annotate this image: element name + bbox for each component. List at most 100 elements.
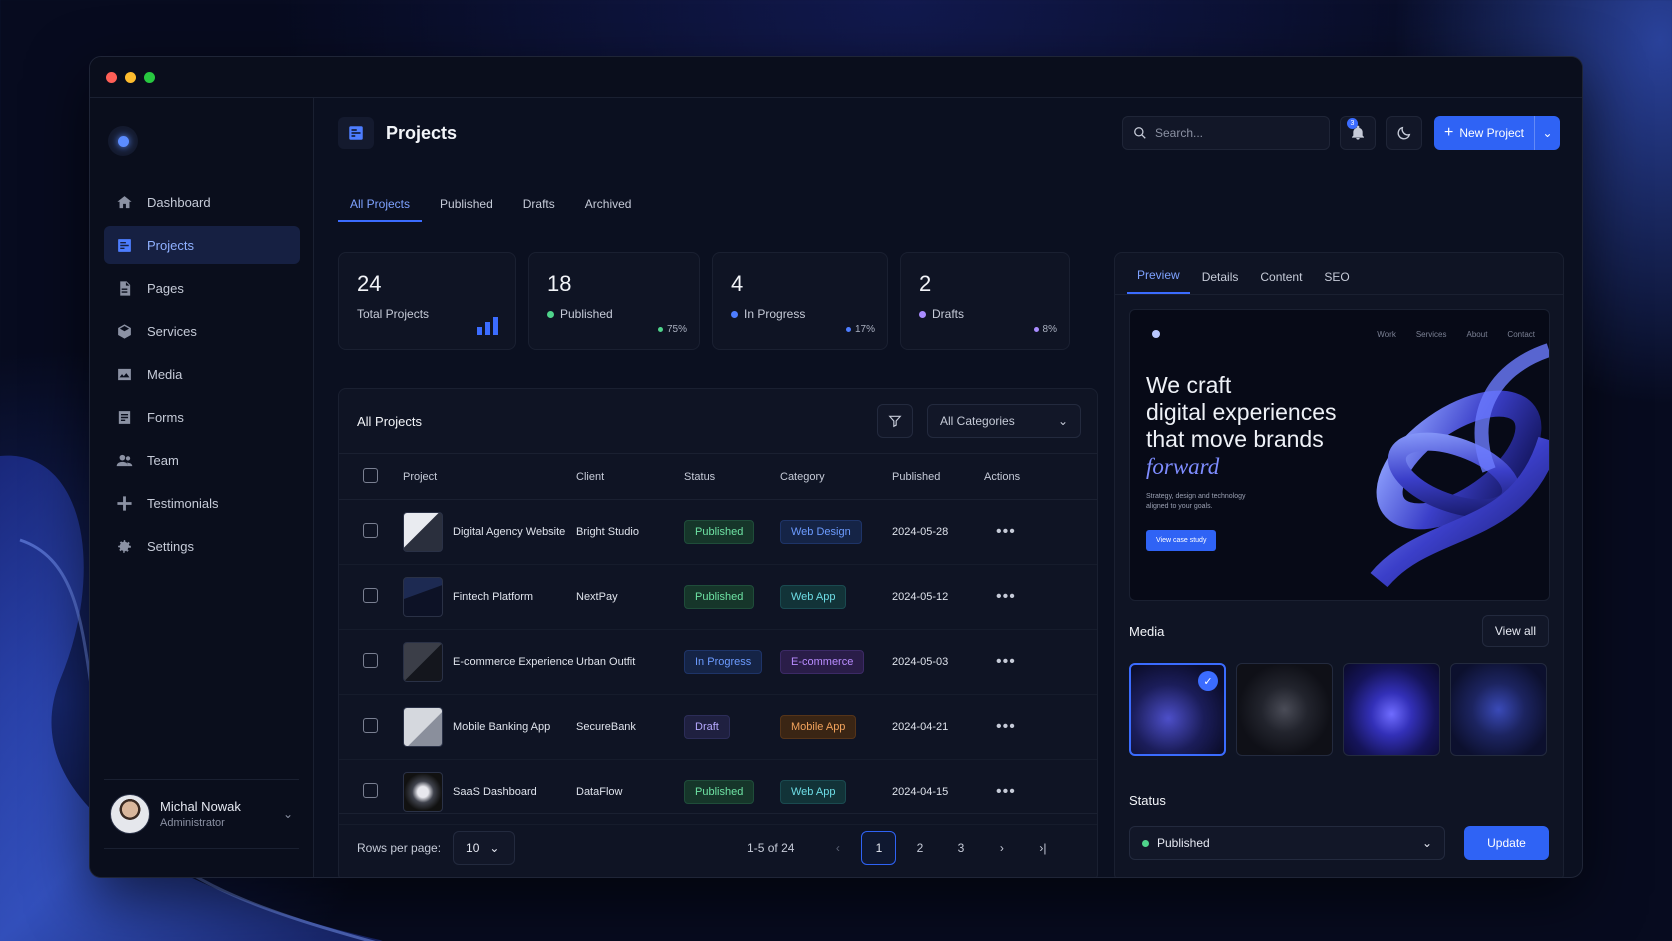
project-name[interactable]: Mobile Banking App — [453, 721, 550, 733]
table-row[interactable]: Fintech Platform NextPay Published Web A… — [339, 565, 1097, 630]
row-checkbox[interactable] — [363, 588, 378, 603]
new-project-dropdown-toggle[interactable]: ⌄ — [1534, 116, 1560, 150]
table-row[interactable]: E-commerce Experience Urban Outfit In Pr… — [339, 630, 1097, 695]
chevron-down-icon[interactable]: ⌄ — [283, 807, 293, 821]
new-project-button[interactable]: + New Project ⌄ — [1433, 116, 1560, 150]
stat-value: 18 — [547, 271, 572, 296]
project-name[interactable]: SaaS Dashboard — [453, 786, 537, 798]
sidebar-item-forms[interactable]: Forms — [104, 398, 300, 436]
tab-drafts[interactable]: Drafts — [511, 186, 567, 222]
project-name[interactable]: E-commerce Experience — [453, 656, 573, 668]
row-checkbox[interactable] — [363, 653, 378, 668]
tab-published[interactable]: Published — [428, 186, 505, 222]
project-thumbnail — [403, 577, 443, 617]
maximize-window-button[interactable] — [144, 71, 155, 83]
status-badge: In Progress — [684, 650, 763, 674]
projects-table-card: All Projects All Categories ⌄ Project Cl… — [338, 388, 1098, 877]
row-checkbox[interactable] — [363, 718, 378, 733]
filter-icon — [888, 415, 902, 428]
notification-count-badge: 3 — [1346, 118, 1358, 129]
status-dot — [547, 310, 554, 318]
gear-icon — [118, 539, 131, 553]
projects-table: Project Client Status Category Published… — [339, 453, 1097, 825]
last-page-button[interactable]: ›| — [1025, 831, 1060, 865]
search-input[interactable] — [1154, 126, 1305, 140]
sidebar-item-services[interactable]: Services — [104, 312, 300, 350]
sidebar-item-label: Projects — [147, 237, 194, 253]
view-all-media-button[interactable]: View all — [1481, 615, 1549, 647]
sidebar-item-label: Pages — [147, 280, 184, 296]
more-actions-icon[interactable]: ••• — [996, 718, 1016, 735]
project-thumbnail — [403, 642, 443, 682]
tab-all-projects[interactable]: All Projects — [338, 186, 423, 222]
status-badge: Draft — [684, 715, 730, 739]
user-profile[interactable]: Michal Nowak Administrator ⌄ — [104, 779, 299, 849]
sidebar-item-label: Services — [147, 323, 197, 339]
sidebar-item-media[interactable]: Media — [104, 355, 300, 393]
category-select[interactable]: All Categories ⌄ — [927, 404, 1081, 438]
more-actions-icon[interactable]: ••• — [996, 653, 1016, 670]
tab-preview[interactable]: Preview — [1127, 268, 1190, 294]
column-header-category[interactable]: Category — [780, 454, 892, 500]
stat-label: Total Projects — [357, 307, 430, 321]
media-gallery: ✓ — [1129, 663, 1547, 756]
stat-label: Published — [560, 307, 613, 321]
chevron-down-icon: ⌄ — [1542, 126, 1553, 140]
more-actions-icon[interactable]: ••• — [996, 523, 1016, 540]
row-checkbox[interactable] — [363, 523, 378, 538]
chevron-down-icon: ⌄ — [1057, 414, 1068, 428]
tab-content[interactable]: Content — [1250, 270, 1312, 294]
project-name[interactable]: Digital Agency Website — [453, 526, 565, 538]
status-select[interactable]: Published ⌄ — [1129, 826, 1445, 860]
sidebar-item-label: Media — [147, 366, 183, 382]
search-box[interactable] — [1121, 116, 1330, 150]
pagination-range: 1-5 of 24 — [747, 840, 795, 855]
tab-archived[interactable]: Archived — [573, 186, 644, 222]
page-button-2[interactable]: 2 — [902, 831, 937, 865]
column-header-published[interactable]: Published — [892, 454, 984, 500]
media-thumbnail-selected[interactable]: ✓ — [1129, 663, 1226, 756]
project-name[interactable]: Fintech Platform — [453, 591, 533, 603]
rows-per-page-label: Rows per page: — [357, 840, 442, 855]
select-all-checkbox[interactable] — [363, 467, 378, 483]
media-thumbnail[interactable] — [1450, 663, 1547, 756]
sidebar-item-pages[interactable]: Pages — [104, 269, 300, 307]
page-button-1[interactable]: 1 — [861, 830, 897, 865]
sidebar-item-team[interactable]: Team — [104, 441, 300, 479]
close-window-button[interactable] — [106, 71, 117, 83]
category-badge: Web Design — [780, 520, 862, 544]
media-thumbnail[interactable] — [1236, 663, 1333, 756]
theme-toggle-button[interactable] — [1385, 116, 1422, 150]
update-button[interactable]: Update — [1464, 826, 1549, 860]
filter-button[interactable] — [877, 404, 913, 438]
notifications-button[interactable]: 3 — [1339, 116, 1376, 150]
next-page-button[interactable]: › — [984, 831, 1019, 865]
minimize-window-button[interactable] — [125, 71, 136, 83]
tab-seo[interactable]: SEO — [1314, 270, 1359, 294]
column-header-status[interactable]: Status — [684, 454, 780, 500]
category-badge: Web App — [780, 780, 847, 804]
table-row[interactable]: Digital Agency Website Bright Studio Pub… — [339, 500, 1097, 565]
stat-card-drafts: 2 Drafts 8% — [900, 252, 1070, 350]
column-header-project[interactable]: Project — [403, 454, 576, 500]
tab-details[interactable]: Details — [1192, 270, 1249, 294]
moon-icon — [1397, 126, 1411, 140]
sidebar-item-dashboard[interactable]: Dashboard — [104, 183, 300, 221]
sidebar-item-projects[interactable]: Projects — [104, 226, 300, 264]
column-header-client[interactable]: Client — [576, 454, 684, 500]
stat-value: 2 — [919, 271, 932, 296]
rows-per-page-select[interactable]: 10 ⌄ — [453, 830, 516, 865]
previous-page-button[interactable]: ‹ — [820, 831, 855, 865]
media-thumbnail[interactable] — [1343, 663, 1440, 756]
chevron-down-icon: ⌄ — [1421, 836, 1432, 850]
more-actions-icon[interactable]: ••• — [996, 783, 1016, 800]
sidebar-item-testimonials[interactable]: Testimonials — [104, 484, 300, 522]
table-row[interactable]: Mobile Banking App SecureBank Draft Mobi… — [339, 695, 1097, 760]
more-actions-icon[interactable]: ••• — [996, 588, 1016, 605]
app-logo[interactable] — [108, 126, 138, 156]
sidebar-item-settings[interactable]: Settings — [104, 527, 300, 565]
row-checkbox[interactable] — [363, 783, 378, 798]
sidebar-item-label: Forms — [147, 409, 184, 425]
status-dot — [731, 310, 738, 318]
page-button-3[interactable]: 3 — [943, 831, 978, 865]
